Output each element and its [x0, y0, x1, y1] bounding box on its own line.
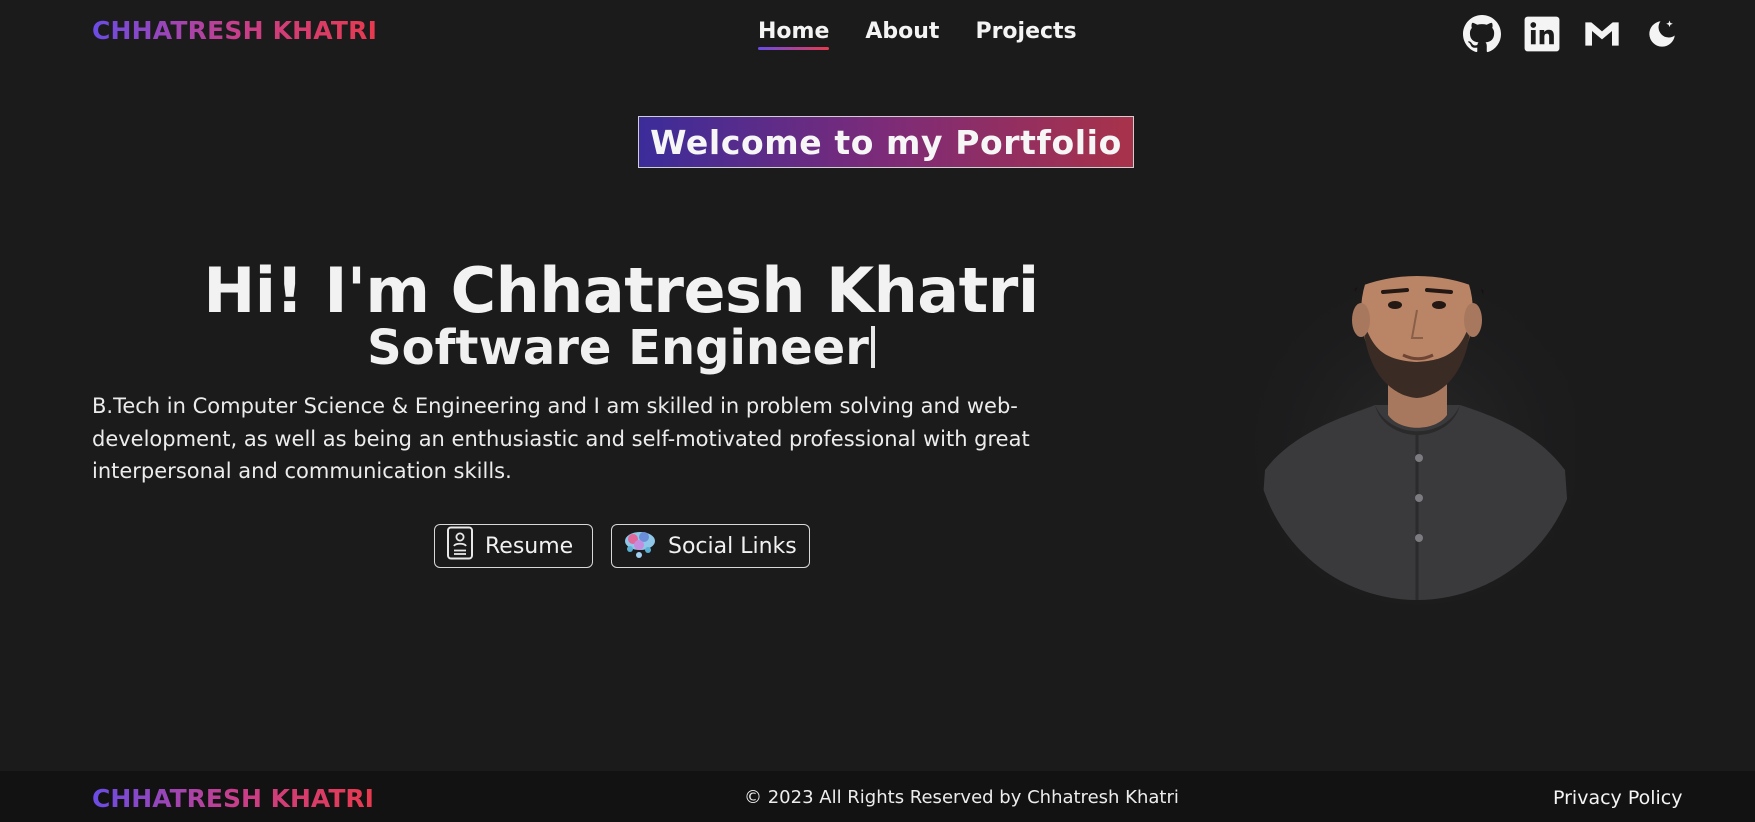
- resume-label: Resume: [485, 533, 574, 559]
- profile-photo: [1242, 200, 1592, 610]
- social-network-icon: [622, 526, 658, 566]
- typing-cursor: [870, 326, 875, 368]
- linkedin-icon[interactable]: [1522, 14, 1562, 54]
- footer-logo[interactable]: CHHATRESH KHATRI: [92, 784, 374, 813]
- hero-role-line: Software Engineer: [92, 320, 1150, 376]
- privacy-policy-link[interactable]: Privacy Policy: [1553, 787, 1682, 809]
- nav-about[interactable]: About: [865, 19, 939, 50]
- social-links-button[interactable]: Social Links: [611, 524, 810, 568]
- github-icon[interactable]: [1462, 14, 1502, 54]
- resume-button[interactable]: Resume: [434, 524, 593, 568]
- hero-bio: B.Tech in Computer Science & Engineering…: [92, 394, 1030, 483]
- main-nav: Home About Projects: [758, 19, 1077, 50]
- gmail-icon[interactable]: [1582, 14, 1622, 54]
- footer: CHHATRESH KHATRI © 2023 All Rights Reser…: [0, 771, 1755, 822]
- hero-role: Software Engineer: [367, 320, 869, 376]
- social-links-label: Social Links: [668, 533, 797, 559]
- hero-greeting: Hi! I'm Chhatresh Khatri: [203, 254, 1039, 327]
- nav-home[interactable]: Home: [758, 19, 830, 50]
- welcome-banner: Welcome to my Portfolio: [638, 116, 1134, 168]
- nav-projects[interactable]: Projects: [975, 19, 1076, 50]
- theme-toggle-moon-icon[interactable]: [1642, 14, 1682, 54]
- copyright-text: © 2023 All Rights Reserved by Chhatresh …: [744, 787, 1179, 808]
- welcome-text: Welcome to my Portfolio: [650, 122, 1122, 162]
- header-social-icons: [1462, 14, 1682, 54]
- resume-icon: [445, 526, 475, 566]
- site-logo[interactable]: CHHATRESH KHATRI: [92, 16, 377, 45]
